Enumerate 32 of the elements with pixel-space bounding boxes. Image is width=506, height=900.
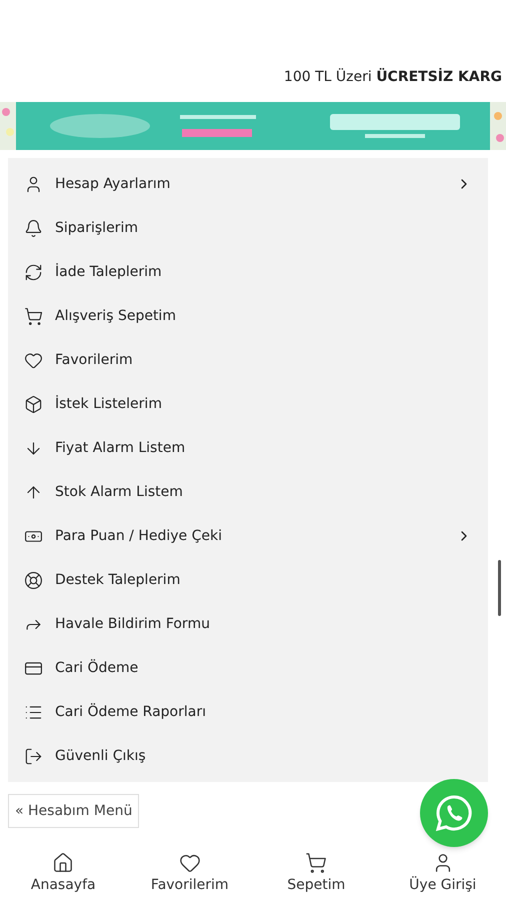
logout-icon [24,746,43,766]
menu-item[interactable]: Para Puan / Hediye Çeki [8,514,488,558]
nav-tab[interactable]: Anasayfa [30,852,96,894]
scrollbar [498,560,501,616]
menu-item[interactable]: Alışveriş Sepetim [8,294,488,338]
menu-item[interactable]: İstek Listelerim [8,382,488,426]
nav-tab[interactable]: Üye Girişi [409,852,476,894]
menu-item[interactable]: Güvenli Çıkış [8,734,488,778]
menu-item[interactable]: İade Taleplerim [8,250,488,294]
lifebuoy-icon [24,570,43,590]
heart-icon [24,350,43,370]
home-icon [52,852,74,874]
heart-icon [178,852,201,874]
nav-tab[interactable]: Favorilerim [150,852,229,894]
menu-item[interactable]: Siparişlerim [8,206,488,250]
cart-icon [305,852,328,874]
menu-item[interactable]: Cari Ödeme [8,646,488,690]
menu-item[interactable]: Fiyat Alarm Listem [8,426,488,470]
account-menu-button[interactable]: « Hesabım Menü [8,794,140,828]
menu-item[interactable]: Destek Taleplerim [8,558,488,602]
cart-icon [24,306,43,326]
free-shipping-text: 100 TL Üzeri ÜCRETSİZ KARG [284,67,502,86]
nav-tab[interactable]: Sepetim [287,852,346,894]
menu-item[interactable]: Stok Alarm Listem [8,470,488,514]
menu-item[interactable]: Hesap Ayarlarım [8,162,488,206]
refresh-icon [24,262,43,282]
menu-item[interactable]: Cari Ödeme Raporları [8,690,488,734]
whatsapp-icon [434,793,474,833]
menu-item[interactable]: Favorilerim [8,338,488,382]
menu-item[interactable]: Havale Bildirim Formu [8,602,488,646]
box-icon [24,394,43,414]
bell-icon [24,218,43,238]
